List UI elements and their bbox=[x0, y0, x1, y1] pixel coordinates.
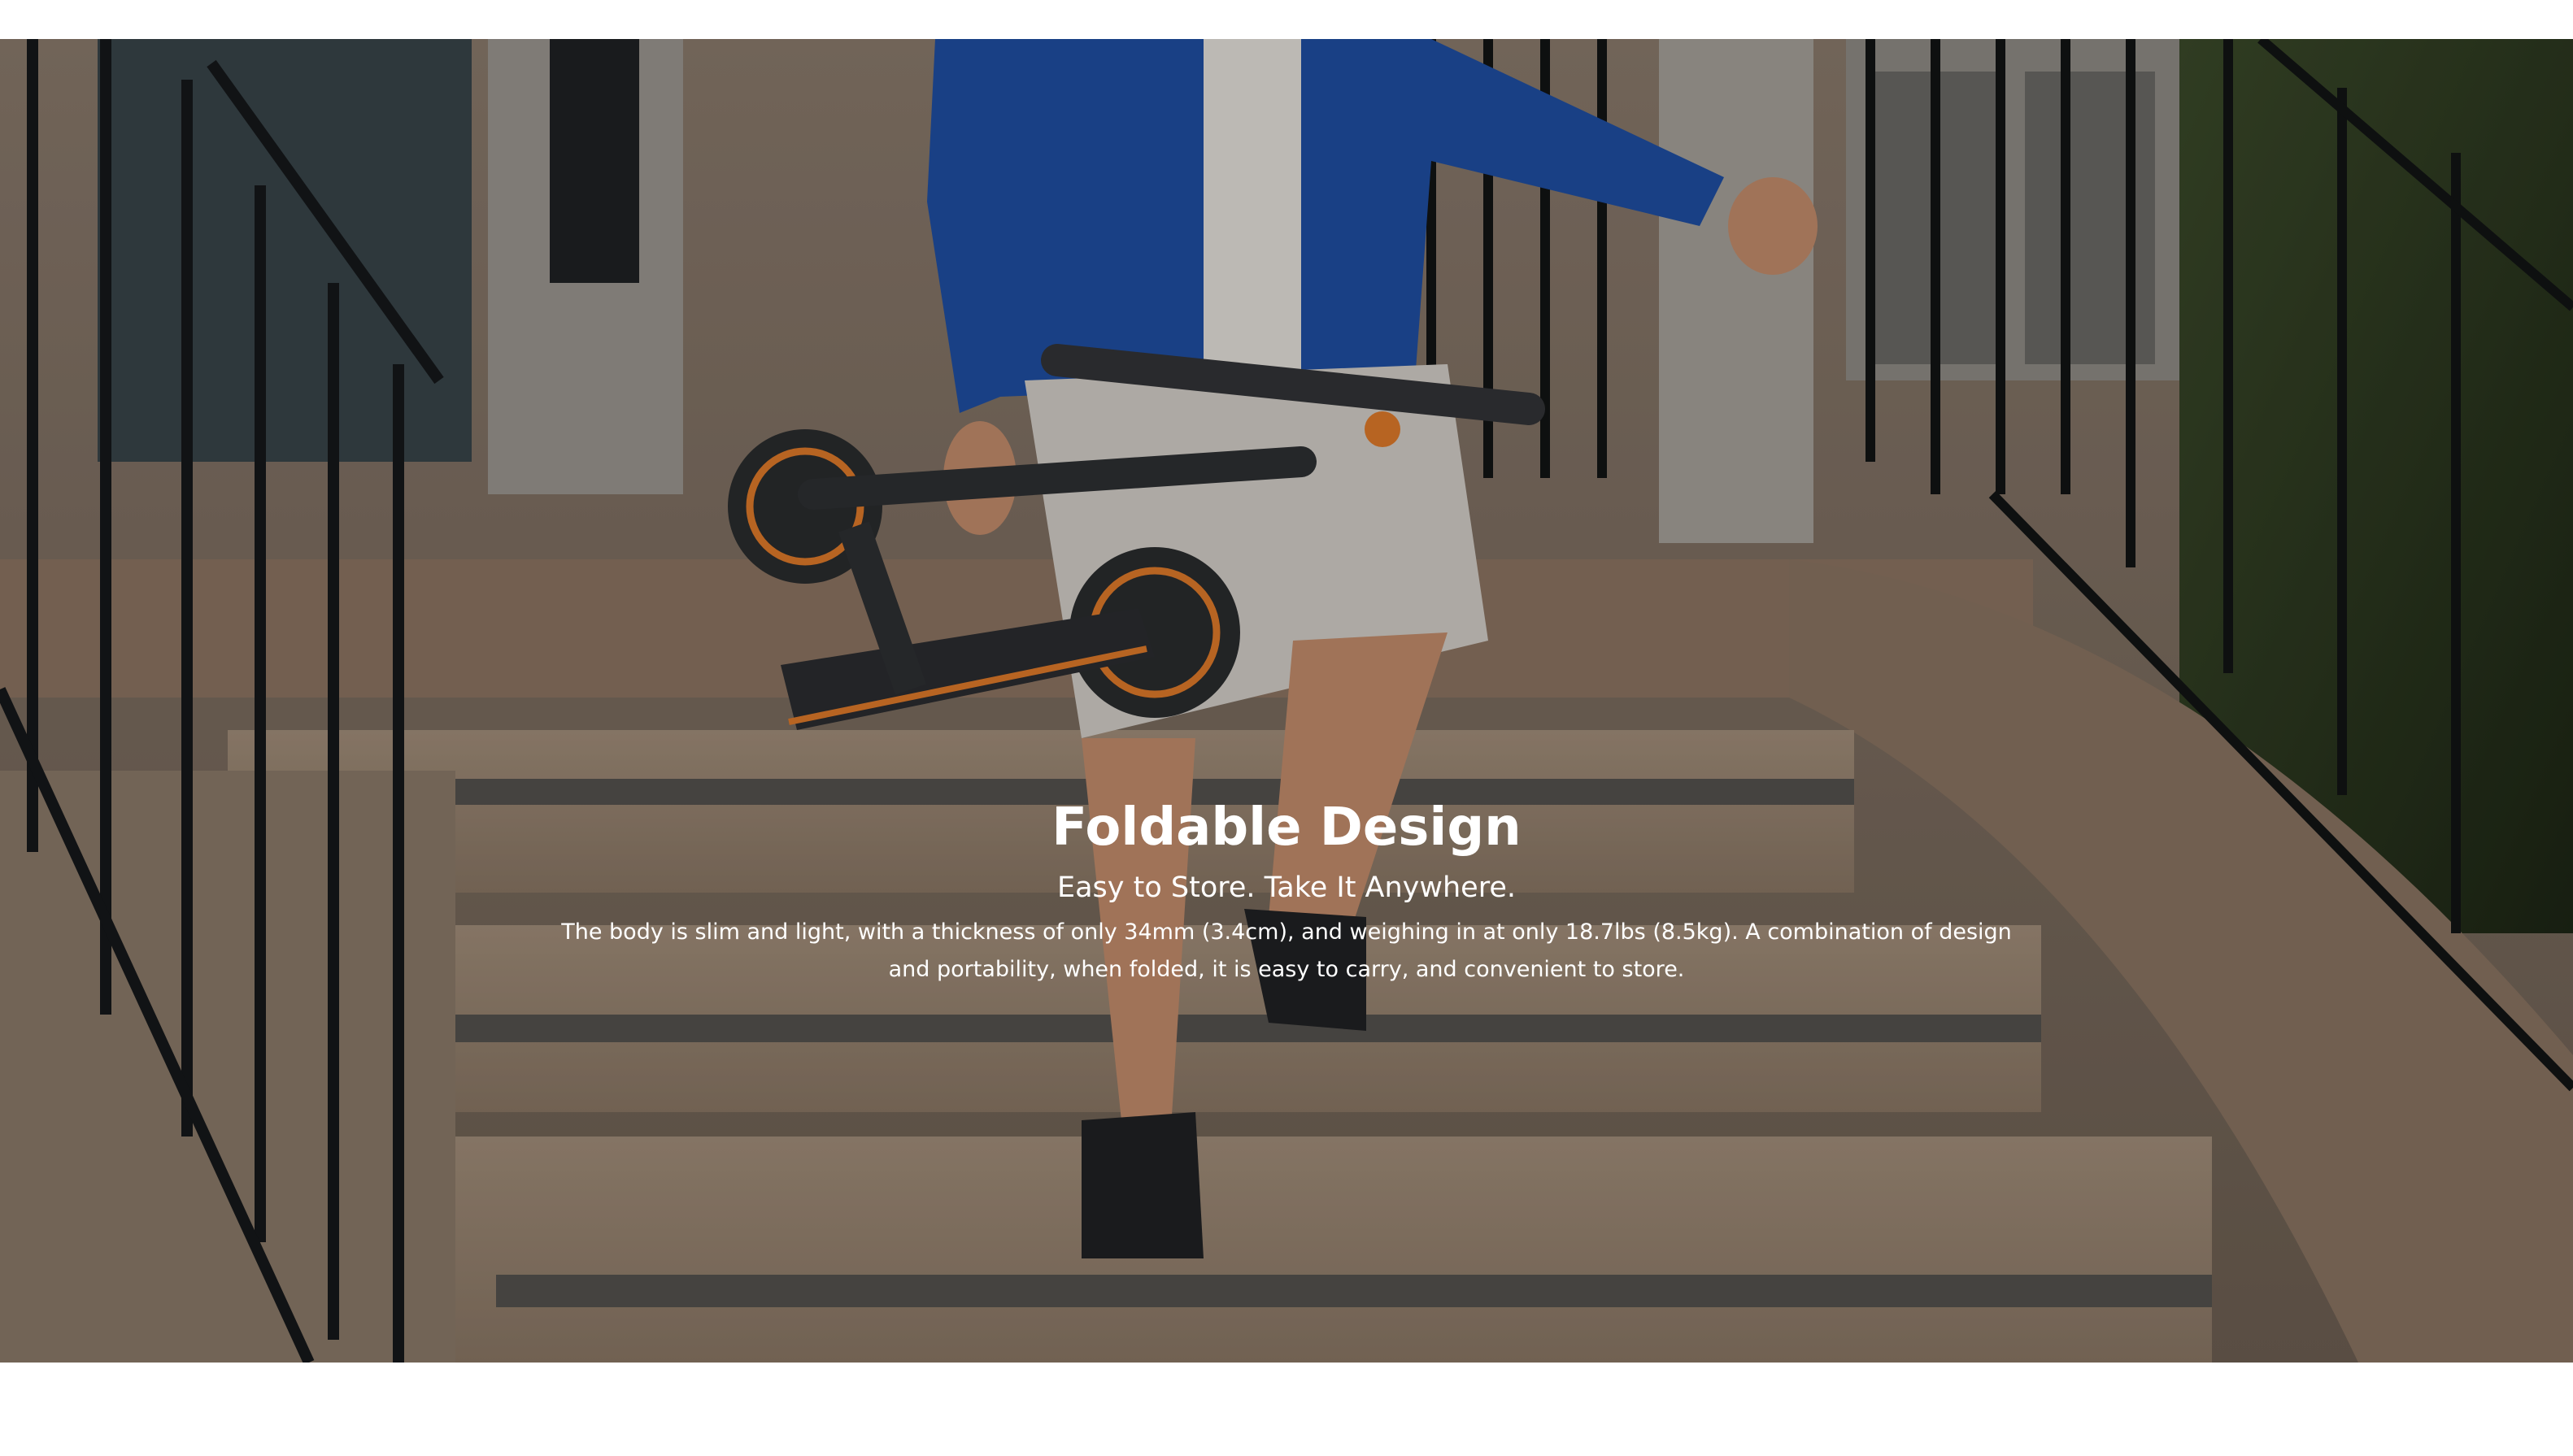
hero-text-block: Foldable Design Easy to Store. Take It A… bbox=[473, 795, 2100, 989]
hero-subheadline: Easy to Store. Take It Anywhere. bbox=[1057, 871, 1516, 904]
hero-overlay bbox=[0, 39, 2573, 1363]
hero-headline: Foldable Design bbox=[1051, 798, 1522, 858]
hero-banner: Foldable Design Easy to Store. Take It A… bbox=[0, 39, 2573, 1363]
hero-body-text: The body is slim and light, with a thick… bbox=[561, 919, 2012, 982]
